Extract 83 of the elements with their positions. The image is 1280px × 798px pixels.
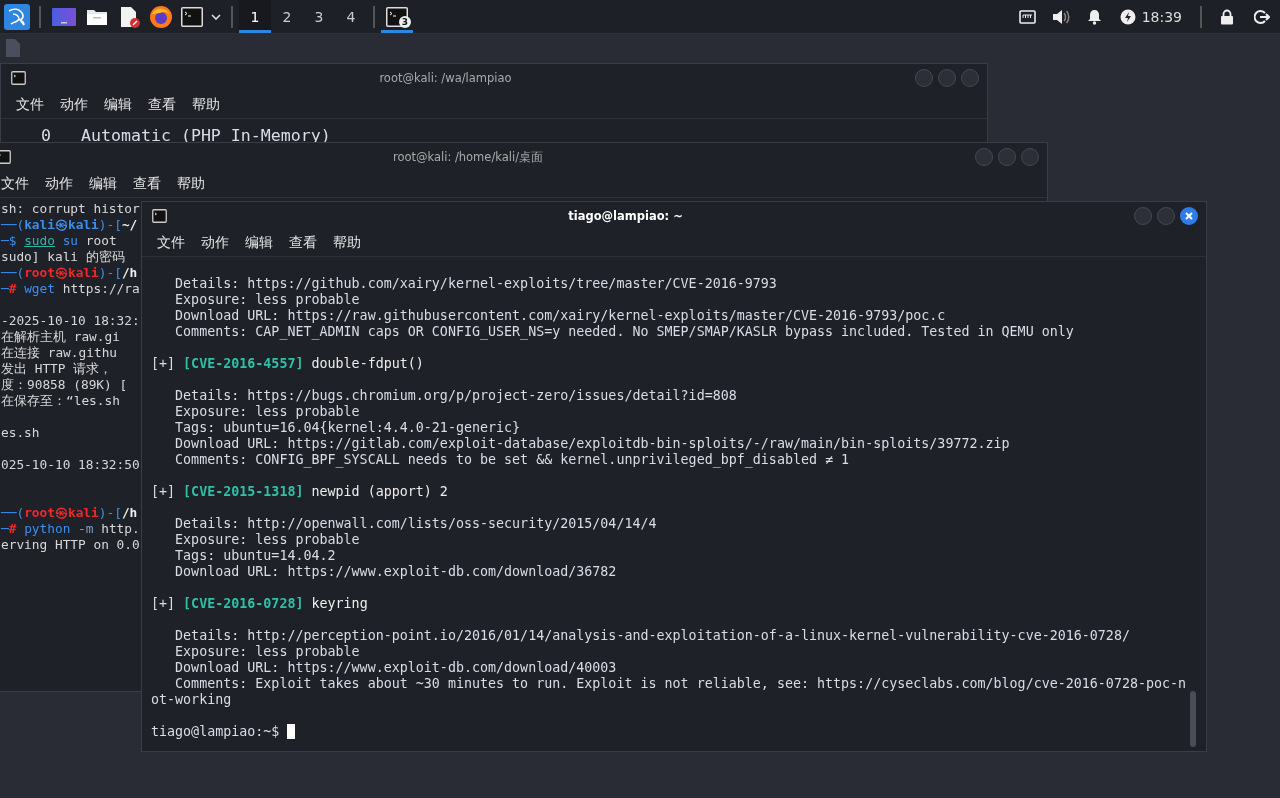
terminal-line: ──(root㉿kali)-[/h (1, 505, 138, 521)
terminal-line: 在保存至：“les.sh (1, 393, 120, 409)
menu-item[interactable]: 编辑 (88, 175, 117, 193)
cve-heading: [+] [CVE-2016-4557] double-fdput() (151, 356, 424, 372)
terminal-line: 度：90858 (89K) [ (1, 377, 128, 393)
terminal-line: Download URL: https://raw.githubusercontent.com/xairy/kernel-exploits/master/CVE-2016-9793/poc.c (174, 308, 947, 324)
shell-prompt: tiago@lampiao:~$ (151, 724, 280, 739)
scrollbar[interactable] (1190, 691, 1196, 747)
text-editor-icon[interactable] (118, 5, 140, 28)
menu-item[interactable]: 文件 (156, 234, 185, 252)
menu-item[interactable]: 帮助 (176, 175, 205, 193)
terminal-line: Details: http://openwall.com/lists/oss-security/2015/04/14/4 (174, 516, 658, 532)
terminal-icon[interactable] (181, 6, 203, 27)
menu-item[interactable]: 动作 (200, 234, 229, 252)
terminal-line: Exposure: less probable (174, 644, 361, 660)
menu-item[interactable]: 文件 (15, 96, 44, 114)
terminal-line: ─$ sudo su root (1, 233, 117, 249)
window-title: root@kali: /home/kali/桌面 (391, 149, 545, 165)
close-button[interactable] (1180, 207, 1198, 225)
workspace-button[interactable]: 3 (303, 0, 335, 33)
menu-item[interactable]: 帮助 (191, 96, 220, 114)
network-icon[interactable] (1018, 9, 1036, 24)
menu-item[interactable]: 动作 (44, 175, 73, 193)
terminal-line: Download URL: https://www.exploit-db.com/download/36782 (174, 564, 618, 580)
cve-heading: [+] [CVE-2015-1318] newpid (apport) 2 (151, 484, 448, 500)
clock[interactable]: 18:39 (1141, 8, 1182, 25)
menu-item[interactable]: 动作 (59, 96, 88, 114)
terminal-line: sudo] kali 的密码 (1, 249, 125, 265)
menu-item[interactable]: 查看 (132, 175, 161, 193)
terminal-line: es.sh (1, 425, 40, 441)
workspace-button[interactable]: 1 (239, 0, 271, 33)
terminal-icon (11, 71, 26, 85)
terminal-line: 025-10-10 18:32:50 (1, 457, 140, 473)
menu-item[interactable]: 编辑 (103, 96, 132, 114)
terminal-line: Exposure: less probable (174, 292, 361, 308)
option-label: Automatic (PHP In-Memory) (81, 126, 331, 146)
terminal-line: Tags: ubuntu=14.04.2 (174, 548, 337, 564)
menu-item[interactable]: 查看 (147, 96, 176, 114)
terminal-line: Exposure: less probable (174, 404, 361, 420)
option-number: 0 (41, 126, 51, 146)
terminal-icon (152, 209, 167, 223)
terminal-line: ──(kali㉿kali)-[~/ (1, 217, 138, 233)
menu-item[interactable]: 文件 (0, 175, 29, 193)
window-title: tiago@lampiao: ~ (567, 209, 684, 223)
terminal-line: -2025-10-10 18:32: (1, 313, 140, 329)
terminal-icon[interactable] (386, 6, 408, 27)
terminal-line: 在连接 raw.githu (1, 345, 118, 361)
terminal-line: Comments: CONFIG_BPF_SYSCALL needs to be set && kernel.unprivileged_bpf_disabled ≠ 1 (174, 452, 851, 468)
terminal-line: Exposure: less probable (174, 532, 361, 548)
menu-item[interactable]: 帮助 (332, 234, 361, 252)
terminal-line: Download URL: https://www.exploit-db.com/download/40003 (174, 660, 618, 676)
kali-dragon-icon[interactable] (4, 3, 30, 30)
notification-bell-icon[interactable] (1086, 8, 1102, 25)
workspace-button[interactable]: 4 (335, 0, 367, 33)
window-title: root@kali: /wa/lampiao (378, 71, 513, 85)
terminal-line: Details: https://github.com/xairy/kernel-exploits/tree/master/CVE-2016-9793 (174, 276, 778, 292)
terminal-task-button[interactable]: 3 (381, 0, 413, 33)
terminal-line: 发出 HTTP 请求， (1, 361, 113, 377)
terminal-line: ─# wget https://ra (1, 281, 140, 297)
terminal-line: Download URL: https://gitlab.com/exploit-database/exploitdb-bin-sploits/-/raw/main/bin-sploits/39772.zip (174, 436, 1011, 452)
terminal-line: 在解析主机 raw.gi (1, 329, 120, 345)
terminal-line: ──(root㉿kali)-[/h (1, 265, 138, 281)
menu-item[interactable]: 编辑 (244, 234, 273, 252)
caret-icon[interactable] (211, 13, 221, 20)
cve-heading: [+] [CVE-2016-0728] keyring (151, 596, 368, 612)
terminal-line: Details: http://perception-point.io/2016/01/14/analysis-and-exploitation-of-a-linux-kernel-vulnerability-cve-2016-0728/ (174, 628, 1131, 644)
terminal-line: Tags: ubuntu=16.04{kernel:4.4.0-21-generic} (174, 420, 522, 436)
lock-icon[interactable] (1220, 8, 1234, 25)
folder-icon[interactable] (86, 7, 108, 26)
workspace-button[interactable]: 2 (271, 0, 303, 33)
power-bolt-icon[interactable] (1119, 8, 1136, 25)
firefox-icon[interactable] (149, 4, 173, 29)
terminal-line: Comments: Exploit takes about ~30 minutes to run. Exploit is not reliable, see: https://cyseclabs.com/blog/cve-2016-0728-poc-not-working (151, 676, 1187, 708)
terminal-line: ─# python -m http. (1, 521, 140, 537)
volume-icon[interactable] (1051, 8, 1070, 25)
desktop-icon[interactable] (52, 7, 76, 26)
terminal-line: Details: https://bugs.chromium.org/p/project-zero/issues/detail?id=808 (174, 388, 738, 404)
terminal-icon (0, 150, 11, 164)
menu-item[interactable]: 查看 (288, 234, 317, 252)
terminal-line: sh: corrupt histor (1, 201, 140, 217)
terminal-line: erving HTTP on 0.0 (1, 537, 140, 553)
logout-icon[interactable] (1254, 8, 1270, 25)
terminal-line: Comments: CAP_NET_ADMIN caps OR CONFIG_USER_NS=y needed. No SMEP/SMAP/KASLR bypass included. Tested in QEMU only (174, 324, 1075, 340)
